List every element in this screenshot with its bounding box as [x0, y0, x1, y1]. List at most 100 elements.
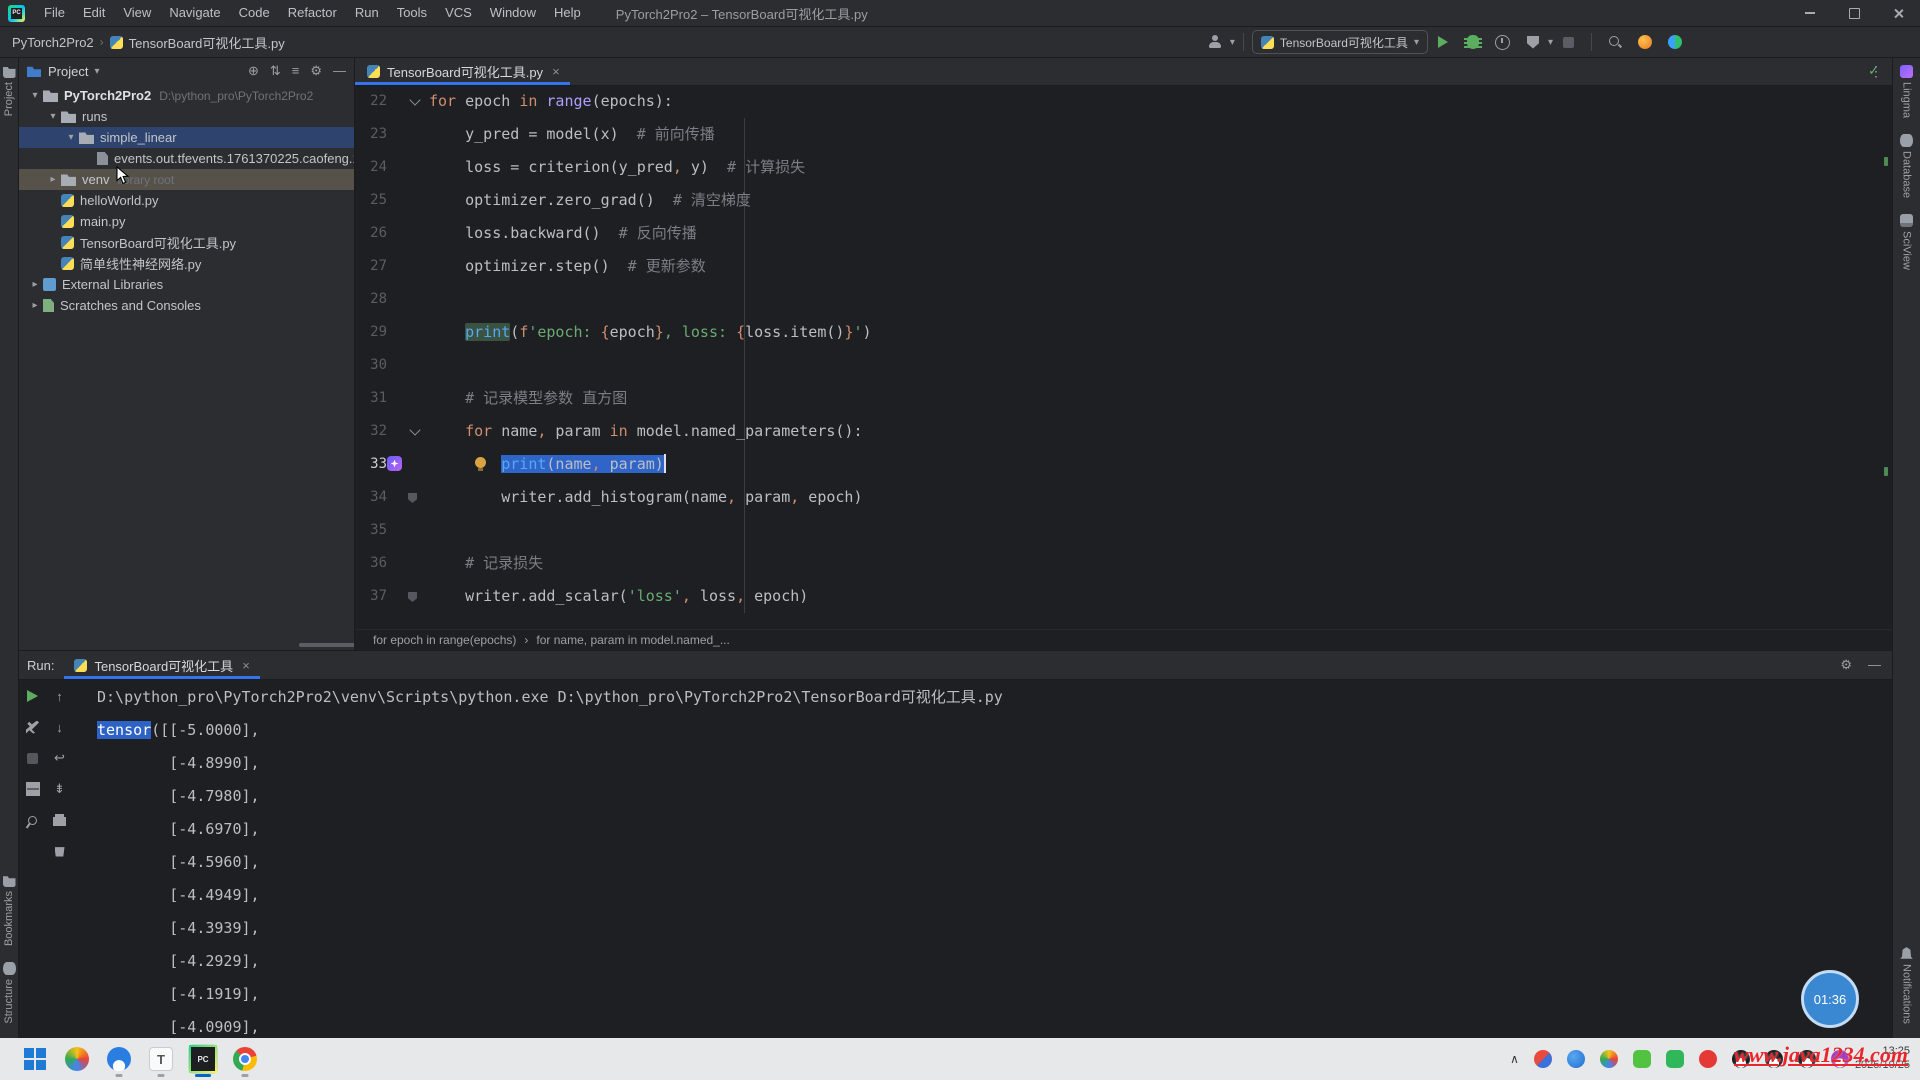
- tray-red-icon-5[interactable]: [1699, 1050, 1717, 1068]
- inspections-ok-icon[interactable]: ✓: [1868, 63, 1879, 79]
- menu-edit[interactable]: Edit: [74, 5, 114, 20]
- update-button[interactable]: [1632, 31, 1658, 53]
- menu-window[interactable]: Window: [481, 5, 545, 20]
- tree-item-py[interactable]: 简单线性神经网络.py: [19, 253, 354, 274]
- expand-collapse-icon[interactable]: ⇅: [270, 63, 281, 79]
- horizontal-scrollbar[interactable]: [299, 643, 355, 647]
- layout-button[interactable]: [24, 780, 42, 798]
- taskbar-pinwheel-button[interactable]: [63, 1045, 91, 1073]
- down-button[interactable]: ↓: [51, 718, 69, 736]
- fold-arrow-icon[interactable]: [409, 424, 420, 435]
- tool-window-tab-structure[interactable]: Structure: [0, 954, 18, 1032]
- scrollend-button[interactable]: ⇟: [51, 780, 69, 798]
- menu-vcs[interactable]: VCS: [436, 5, 481, 20]
- tree-item-scratches-and-consoles[interactable]: ▸Scratches and Consoles: [19, 295, 354, 316]
- breadcrumb-project[interactable]: PyTorch2Pro2: [12, 35, 94, 50]
- run-more-dropdown-icon[interactable]: ▾: [1548, 37, 1553, 48]
- tool-window-tab-database[interactable]: Database: [1893, 126, 1920, 206]
- tool-window-tab-lingma[interactable]: Lingma: [1893, 57, 1920, 126]
- tray-qblue-icon-1[interactable]: [1567, 1050, 1585, 1068]
- tree-item-external-libraries[interactable]: ▸External Libraries: [19, 274, 354, 295]
- taskbar-notes-button[interactable]: T: [147, 1045, 175, 1073]
- tray-expand-chevron-icon[interactable]: ∧: [1510, 1052, 1519, 1066]
- project-panel-title[interactable]: Project: [48, 64, 88, 79]
- tray-shield-icon-0[interactable]: [1534, 1050, 1552, 1068]
- coverage-button[interactable]: [1520, 31, 1546, 53]
- run-tab[interactable]: TensorBoard可视化工具 ×: [64, 651, 259, 679]
- maximize-button[interactable]: [1832, 0, 1876, 26]
- menu-file[interactable]: File: [35, 5, 74, 20]
- menu-navigate[interactable]: Navigate: [160, 5, 229, 20]
- ai-suggestion-icon[interactable]: [387, 456, 402, 471]
- tree-item-venv[interactable]: ▸venvlibrary root: [19, 169, 354, 190]
- run-configuration-select[interactable]: TensorBoard可视化工具 ▾: [1252, 30, 1428, 54]
- menu-refactor[interactable]: Refactor: [279, 5, 346, 20]
- tree-item-events-out-tfevents-1761370225-caofeng-13[interactable]: events.out.tfevents.1761370225.caofeng.1…: [19, 148, 354, 169]
- tree-item-runs[interactable]: ▾runs: [19, 106, 354, 127]
- debug-button[interactable]: [1460, 31, 1486, 53]
- editor-tab[interactable]: TensorBoard可视化工具.py ×: [355, 57, 570, 85]
- stop-button[interactable]: [24, 749, 42, 767]
- tree-item-main-py[interactable]: main.py: [19, 211, 354, 232]
- run-button[interactable]: [1430, 31, 1456, 53]
- menu-help[interactable]: Help: [545, 5, 590, 20]
- user-dropdown-icon[interactable]: ▾: [1230, 37, 1235, 48]
- view-options-icon[interactable]: ≡: [292, 63, 300, 79]
- user-profile-button[interactable]: [1202, 31, 1228, 53]
- run-minimize-icon[interactable]: —: [1868, 657, 1881, 673]
- minimize-button[interactable]: [1788, 0, 1832, 26]
- softwrap-button[interactable]: ↩: [51, 749, 69, 767]
- tool-window-tab-notifications[interactable]: Notifications: [1893, 939, 1920, 1032]
- tree-collapse-icon[interactable]: ▾: [63, 132, 79, 143]
- tray-wxfile-icon-4[interactable]: [1666, 1050, 1684, 1068]
- tool-window-tab-sciview[interactable]: SciView: [1893, 206, 1920, 278]
- menu-code[interactable]: Code: [230, 5, 279, 20]
- tray-wechat-icon-3[interactable]: [1633, 1050, 1651, 1068]
- locate-file-icon[interactable]: ⊕: [248, 63, 259, 79]
- fold-arrow-icon[interactable]: [409, 94, 420, 105]
- taskbar-chrome-button[interactable]: [231, 1045, 259, 1073]
- profile-button[interactable]: [1490, 31, 1516, 53]
- code-editor[interactable]: 22for epoch in range(epochs):23 y_pred =…: [355, 85, 1893, 630]
- settings-button[interactable]: [24, 718, 42, 736]
- run-tab-close-icon[interactable]: ×: [242, 658, 250, 673]
- editor-breadcrumb-item[interactable]: for name, param in model.named_...: [536, 633, 729, 647]
- menu-run[interactable]: Run: [346, 5, 388, 20]
- up-button[interactable]: ↑: [51, 687, 69, 705]
- tray-swirl-icon-2[interactable]: [1600, 1050, 1618, 1068]
- tree-item-pytorch2pro2[interactable]: ▾PyTorch2Pro2D:\python_pro\PyTorch2Pro2: [19, 85, 354, 106]
- tree-item-simple-linear[interactable]: ▾simple_linear: [19, 127, 354, 148]
- run-settings-gear-icon[interactable]: ⚙: [1840, 657, 1852, 673]
- tree-collapse-icon[interactable]: ▾: [45, 111, 61, 122]
- ai-assistant-button[interactable]: [1662, 31, 1688, 53]
- close-button[interactable]: [1876, 0, 1920, 26]
- run-console-output[interactable]: D:\python_pro\PyTorch2Pro2\venv\Scripts\…: [73, 679, 1893, 1039]
- hide-panel-icon[interactable]: —: [333, 63, 346, 79]
- project-view-dropdown-icon[interactable]: ▾: [94, 66, 99, 77]
- tool-window-tab-bookmarks[interactable]: Bookmarks: [0, 866, 18, 954]
- taskbar-pycharm-button[interactable]: PC: [189, 1045, 217, 1073]
- taskbar-browser-button[interactable]: [105, 1045, 133, 1073]
- menu-view[interactable]: View: [114, 5, 160, 20]
- tab-close-icon[interactable]: ×: [552, 64, 560, 79]
- rerun-button[interactable]: [24, 687, 42, 705]
- tree-collapse-icon[interactable]: ▾: [27, 90, 43, 101]
- breadcrumb-file[interactable]: TensorBoard可视化工具.py: [129, 33, 285, 52]
- settings-gear-icon[interactable]: ⚙: [310, 63, 322, 79]
- taskbar-start-button[interactable]: [21, 1045, 49, 1073]
- tree-expand-icon[interactable]: ▸: [45, 174, 61, 185]
- tool-window-tab-project[interactable]: Project: [0, 57, 18, 124]
- editor-breadcrumb-item[interactable]: for epoch in range(epochs): [373, 633, 516, 647]
- search-everywhere-button[interactable]: [1602, 31, 1628, 53]
- intention-bulb-icon[interactable]: [475, 457, 486, 468]
- menu-tools[interactable]: Tools: [388, 5, 436, 20]
- tree-expand-icon[interactable]: ▸: [27, 300, 43, 311]
- tree-item-helloworld-py[interactable]: helloWorld.py: [19, 190, 354, 211]
- stop-button[interactable]: [1555, 31, 1581, 53]
- clear-button[interactable]: [51, 842, 69, 860]
- tree-expand-icon[interactable]: ▸: [27, 279, 43, 290]
- tree-item-tensorboard-py[interactable]: TensorBoard可视化工具.py: [19, 232, 354, 253]
- code-text: for epoch in range(epochs):: [429, 85, 673, 118]
- pin-button[interactable]: [24, 811, 42, 829]
- print-button[interactable]: [51, 811, 69, 829]
